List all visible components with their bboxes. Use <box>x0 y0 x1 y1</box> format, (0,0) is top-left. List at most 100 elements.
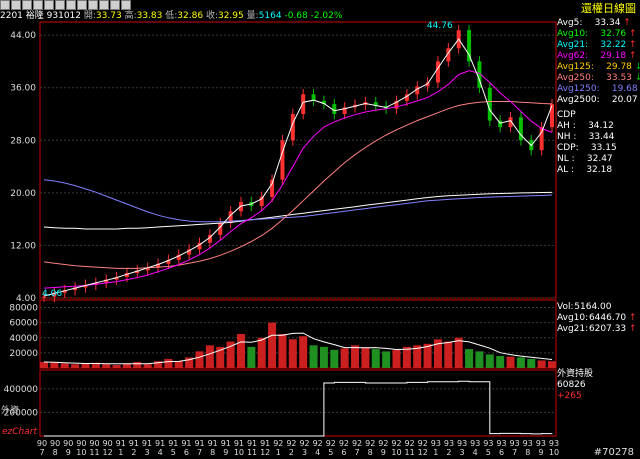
cdp-label: AH : <box>557 121 576 131</box>
volume-bar <box>247 346 256 368</box>
x-tick-year: 91 <box>129 439 139 448</box>
volume-bar <box>516 357 525 368</box>
cdp-value: 32.18 <box>586 165 613 175</box>
price-candle-body <box>539 127 544 151</box>
volume-bar <box>361 347 370 368</box>
x-tick-month: 2 <box>131 448 136 457</box>
price-candle-body <box>280 140 285 180</box>
x-tick-month: 8 <box>525 448 530 457</box>
cdp-row: NH : 33.44 <box>557 132 617 143</box>
x-tick-year: 90 <box>50 439 60 448</box>
volume-bar <box>444 341 453 368</box>
cdp-label: CDP <box>557 110 576 120</box>
up-arrow-icon: ↑ <box>626 40 637 50</box>
down-arrow-icon: ↓ <box>634 73 640 83</box>
x-tick-month: 9 <box>66 448 71 457</box>
cdp-value: 33.44 <box>588 132 615 142</box>
cdp-value: 32.47 <box>586 154 613 164</box>
volume-tick-label: 40000 <box>9 334 38 344</box>
ma-value: 19.68 <box>611 84 638 94</box>
avg1250-line <box>43 179 553 223</box>
x-tick-year: 90 <box>37 439 47 448</box>
ma-value: 29.18 <box>600 51 627 61</box>
ma-row: Avg62: 29.18 ↑ <box>557 51 640 62</box>
ma-value: 32.76 <box>600 29 627 39</box>
x-tick-month: 10 <box>549 448 559 457</box>
price-candle-body <box>550 104 554 128</box>
x-tick-year: 93 <box>523 439 533 448</box>
volume-tick-label: 80000 <box>9 304 38 314</box>
x-tick-year: 92 <box>286 439 296 448</box>
x-tick-year: 90 <box>63 439 73 448</box>
foreign-change: +265 <box>557 391 582 401</box>
cdp-row: AH : 34.12 <box>557 121 617 132</box>
x-tick-month: 8 <box>53 448 58 457</box>
x-tick-month: 1 <box>276 448 281 457</box>
foreign-value: 60826 <box>557 380 586 390</box>
ma-value: 20.07 <box>611 95 638 105</box>
x-tick-year: 93 <box>496 439 506 448</box>
volume-bar <box>309 345 318 368</box>
cdp-legend: CDP AH :34.12 NH : 33.44 CDP: 33.15 NL : 32.47 A… <box>557 110 617 176</box>
x-tick-year: 91 <box>221 439 231 448</box>
x-tick-month: 11 <box>89 448 99 457</box>
cdp-row: NL : 32.47 <box>557 154 617 165</box>
cdp-row: CDP: 33.15 <box>557 143 617 154</box>
x-tick-month: 6 <box>341 448 346 457</box>
x-tick-month: 3 <box>460 448 465 457</box>
volume-bar <box>102 364 111 368</box>
x-tick-month: 3 <box>302 448 307 457</box>
volume-bar <box>299 336 308 368</box>
volume-legend: Vol:5164.00 Avg10:6446.70 ↑ Avg21:6207.33 … <box>557 302 637 335</box>
volume-bar <box>195 351 204 368</box>
x-tick-month: 6 <box>499 448 504 457</box>
x-tick-year: 91 <box>194 439 204 448</box>
volume-bar <box>133 361 142 368</box>
x-tick-month: 8 <box>368 448 373 457</box>
x-tick-year: 91 <box>260 439 270 448</box>
stock-chart[interactable]: 44.00 36.00 28.00 20.00 12.00 4.0080000 60000 4… <box>0 0 640 459</box>
price-tick-label: 20.00 <box>10 189 36 199</box>
ma-row: Avg21: 32.22 ↑ <box>557 40 640 51</box>
x-tick-month: 4 <box>473 448 478 457</box>
x-tick-year: 91 <box>116 439 126 448</box>
x-tick-year: 93 <box>470 439 480 448</box>
volume-bar <box>40 361 48 368</box>
price-tick-label: 28.00 <box>10 136 36 146</box>
price-candle-body <box>332 104 337 114</box>
ma-label: Avg5: <box>557 18 583 28</box>
x-tick-month: 1 <box>433 448 438 457</box>
x-tick-month: 11 <box>247 448 257 457</box>
x-tick-month: 12 <box>103 448 113 457</box>
x-tick-year: 93 <box>431 439 441 448</box>
avg62-line <box>43 70 553 289</box>
ma-label: Avg250: <box>557 73 594 83</box>
volume-bar <box>465 349 474 368</box>
volume-bar <box>392 349 401 368</box>
ma-label: Avg2500: <box>557 95 600 105</box>
price-candle-body <box>467 30 472 62</box>
x-tick-month: 7 <box>197 448 202 457</box>
price-candle-body <box>487 87 492 121</box>
down-arrow-icon: ↓ <box>634 62 640 72</box>
cdp-label: NH : <box>557 132 577 142</box>
x-tick-month: 6 <box>184 448 189 457</box>
x-tick-year: 92 <box>313 439 323 448</box>
volume-bar <box>382 351 391 368</box>
x-tick-year: 92 <box>404 439 414 448</box>
x-tick-year: 93 <box>510 439 520 448</box>
x-tick-year: 91 <box>234 439 244 448</box>
volume-bar <box>50 362 59 368</box>
vol-label: Avg10: <box>557 313 589 323</box>
ma-label: Avg1250: <box>557 84 600 94</box>
cdp-row: CDP <box>557 110 617 121</box>
x-tick-year: 91 <box>247 439 257 448</box>
volume-bar <box>278 334 287 368</box>
vol-value: 6446.70 <box>588 313 627 323</box>
x-tick-month: 1 <box>118 448 123 457</box>
cdp-label: NL : <box>557 154 575 164</box>
avg5-line <box>43 38 553 297</box>
footer-id: #70278 <box>593 447 634 458</box>
volume-bar <box>330 349 339 368</box>
foreign-title: 外資持股 <box>557 369 594 379</box>
